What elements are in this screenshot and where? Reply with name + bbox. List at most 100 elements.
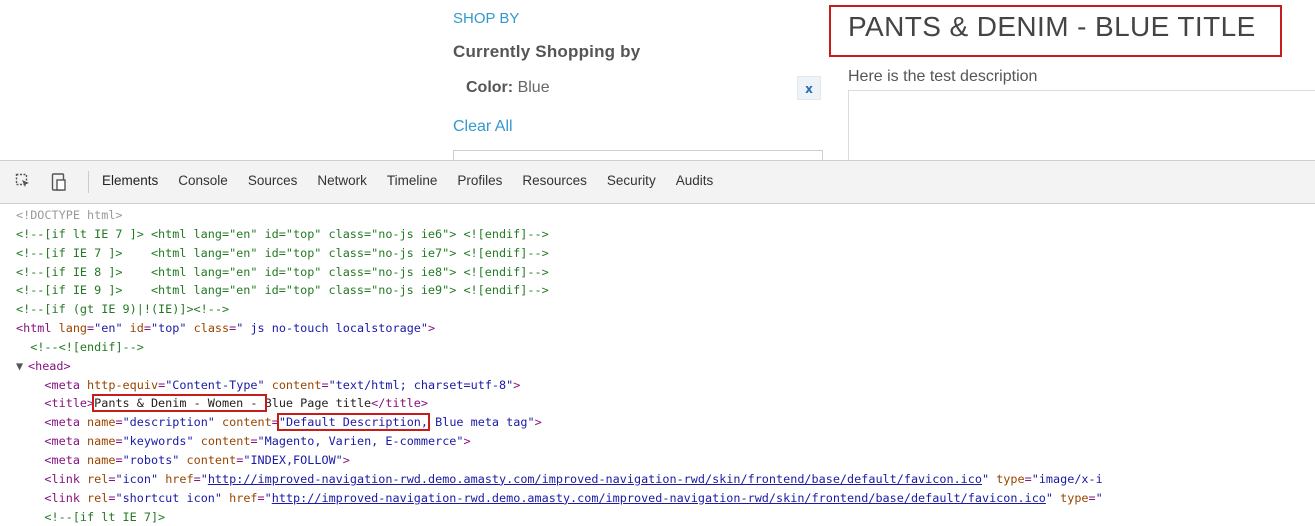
code-token: class bbox=[187, 321, 230, 335]
code-token: <!--[if IE 8 ]> <html lang="en" id="top"… bbox=[16, 265, 549, 279]
filter-value: Blue bbox=[518, 79, 550, 96]
code-token: = bbox=[258, 491, 265, 505]
code-token: lang bbox=[59, 321, 87, 335]
code-token: "keywords" bbox=[123, 434, 194, 448]
code-token: <head> bbox=[28, 359, 71, 373]
tab-elements[interactable]: Elements bbox=[102, 173, 158, 188]
code-token: Blue meta tag" bbox=[428, 415, 535, 429]
code-token: content bbox=[265, 378, 322, 392]
page-title-highlight: PANTS & DENIM - BLUE TITLE bbox=[829, 5, 1282, 57]
code-token: <html bbox=[16, 321, 59, 335]
dom-node-line[interactable]: ▼<head> bbox=[16, 357, 1315, 376]
highlighted-meta-text: "Default Description, bbox=[279, 415, 428, 429]
dom-node-line[interactable]: <!--[if IE 8 ]> <html lang="en" id="top"… bbox=[16, 263, 1315, 282]
code-token: Blue Page title bbox=[265, 396, 372, 410]
href-link[interactable]: http://improved-navigation-rwd.demo.amas… bbox=[272, 491, 1046, 505]
code-token: content bbox=[179, 453, 236, 467]
code-token: = bbox=[1089, 491, 1096, 505]
dom-node-line[interactable]: <meta name="description" content="Defaul… bbox=[16, 413, 1315, 432]
currently-shopping-heading: Currently Shopping by bbox=[453, 42, 640, 62]
device-mode-icon[interactable] bbox=[50, 173, 68, 191]
divider bbox=[848, 90, 849, 160]
code-token: <link bbox=[44, 472, 87, 486]
category-description: Here is the test description bbox=[848, 68, 1037, 86]
tab-security[interactable]: Security bbox=[607, 173, 656, 188]
highlighted-title-text: Pants & Denim - Women - bbox=[94, 396, 264, 410]
code-token: <!--<![endif]--> bbox=[30, 340, 144, 354]
code-token: > bbox=[513, 378, 520, 392]
dom-node-line[interactable]: <!--[if lt IE 7]> bbox=[16, 508, 1315, 526]
code-token: href bbox=[222, 491, 258, 505]
code-token: "top" bbox=[151, 321, 187, 335]
tab-network[interactable]: Network bbox=[317, 173, 367, 188]
code-token: " js no-touch localstorage" bbox=[236, 321, 428, 335]
code-token: http-equiv bbox=[87, 378, 158, 392]
code-token: "icon" bbox=[115, 472, 158, 486]
code-token: = bbox=[144, 321, 151, 335]
dom-node-line[interactable]: <meta name="robots" content="INDEX,FOLLO… bbox=[16, 451, 1315, 470]
code-token: = bbox=[194, 472, 201, 486]
code-token: "Magento, Varien, E-commerce" bbox=[258, 434, 464, 448]
code-token: href bbox=[158, 472, 194, 486]
code-token: "robots" bbox=[123, 453, 180, 467]
dom-node-line[interactable]: <link rel="shortcut icon" href="http://i… bbox=[16, 489, 1315, 508]
dom-node-line[interactable]: <!--[if (gt IE 9)|!(IE)]><!--> bbox=[16, 300, 1315, 319]
code-token: <!--[if (gt IE 9)|!(IE)]><!--> bbox=[16, 302, 229, 316]
code-token: > bbox=[343, 453, 350, 467]
remove-filter-button[interactable]: x bbox=[797, 76, 821, 100]
code-token: "shortcut icon" bbox=[115, 491, 222, 505]
tab-resources[interactable]: Resources bbox=[522, 173, 587, 188]
filter-block bbox=[453, 150, 823, 160]
dom-node-line[interactable]: <!--[if IE 9 ]> <html lang="en" id="top"… bbox=[16, 281, 1315, 300]
href-link[interactable]: http://improved-navigation-rwd.demo.amas… bbox=[208, 472, 982, 486]
devtools-panel: Elements Console Sources Network Timeline Pro… bbox=[0, 160, 1315, 526]
expand-triangle-icon[interactable]: ▼ bbox=[16, 357, 28, 376]
code-token: rel bbox=[87, 472, 108, 486]
dom-node-line[interactable]: <!--[if IE 7 ]> <html lang="en" id="top"… bbox=[16, 244, 1315, 263]
code-token: = bbox=[250, 434, 257, 448]
code-token: = bbox=[272, 415, 279, 429]
code-token: = bbox=[115, 434, 122, 448]
dom-node-line[interactable]: <!--[if lt IE 7 ]> <html lang="en" id="t… bbox=[16, 225, 1315, 244]
code-token: type bbox=[989, 472, 1025, 486]
code-token: <!--[if lt IE 7 ]> <html lang="en" id="t… bbox=[16, 227, 549, 241]
code-token: " bbox=[1046, 491, 1053, 505]
tab-sources[interactable]: Sources bbox=[248, 173, 298, 188]
elements-dom-tree[interactable]: <!DOCTYPE html> <!--[if lt IE 7 ]> <html … bbox=[16, 206, 1315, 526]
dom-node-line[interactable]: <html lang="en" id="top" class=" js no-t… bbox=[16, 319, 1315, 338]
code-token: name bbox=[87, 434, 115, 448]
shop-by-heading: SHOP BY bbox=[453, 10, 519, 27]
dom-node-line[interactable]: <meta name="keywords" content="Magento, … bbox=[16, 432, 1315, 451]
code-token: name bbox=[87, 453, 115, 467]
inspect-element-icon[interactable] bbox=[14, 173, 32, 191]
code-token: <link bbox=[44, 491, 87, 505]
code-token: = bbox=[321, 378, 328, 392]
code-token: > bbox=[535, 415, 542, 429]
dom-node-line[interactable]: <link rel="icon" href="http://improved-n… bbox=[16, 470, 1315, 489]
code-token: > bbox=[428, 321, 435, 335]
code-token: "description" bbox=[123, 415, 215, 429]
code-token: "image/x-i bbox=[1032, 472, 1103, 486]
code-token: "en" bbox=[94, 321, 122, 335]
tab-audits[interactable]: Audits bbox=[676, 173, 714, 188]
tab-console[interactable]: Console bbox=[178, 173, 228, 188]
dom-node-line[interactable]: <meta http-equiv="Content-Type" content=… bbox=[16, 376, 1315, 395]
dom-node-line[interactable]: <!--<![endif]--> bbox=[16, 338, 1315, 357]
tab-profiles[interactable]: Profiles bbox=[457, 173, 502, 188]
code-token: <meta bbox=[44, 453, 87, 467]
code-token: " bbox=[1096, 491, 1103, 505]
code-token: <meta bbox=[44, 415, 87, 429]
code-token: = bbox=[115, 453, 122, 467]
devtools-tabs: Elements Console Sources Network Timeline Pro… bbox=[102, 173, 733, 188]
dom-node-line[interactable]: <title>Pants & Denim - Women - Blue Page… bbox=[16, 394, 1315, 413]
code-token: content bbox=[215, 415, 272, 429]
clear-all-link[interactable]: Clear All bbox=[453, 118, 513, 136]
page-title: PANTS & DENIM - BLUE TITLE bbox=[848, 11, 1256, 43]
code-token: <!--[if lt IE 7]> bbox=[44, 510, 165, 524]
code-token: " bbox=[201, 472, 208, 486]
code-token: </title> bbox=[371, 396, 428, 410]
code-token: <!DOCTYPE html> bbox=[16, 208, 123, 222]
dom-node-line[interactable]: <!DOCTYPE html> bbox=[16, 206, 1315, 225]
tab-timeline[interactable]: Timeline bbox=[387, 173, 438, 188]
code-token: = bbox=[1025, 472, 1032, 486]
